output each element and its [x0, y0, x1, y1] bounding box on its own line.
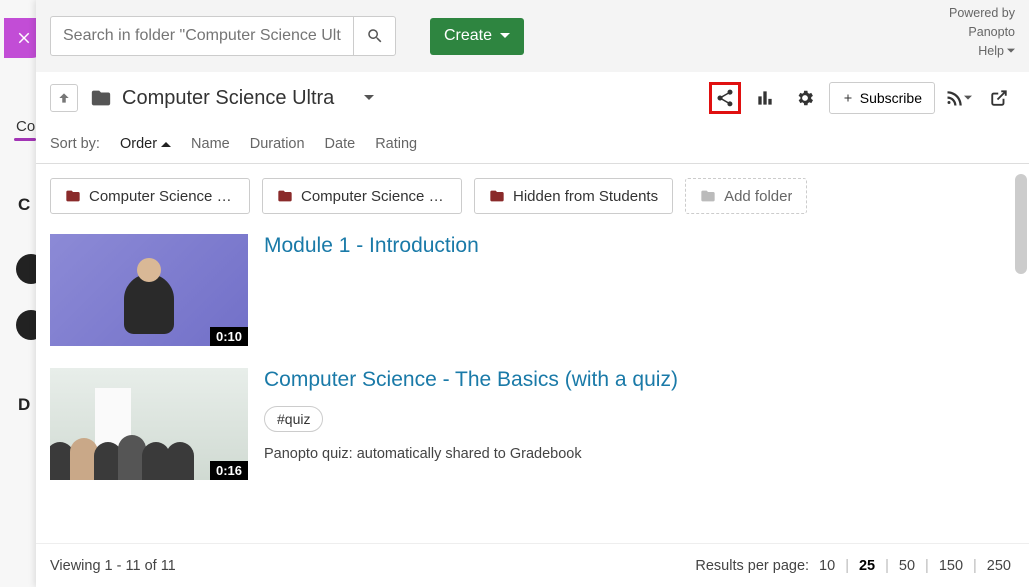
video-thumbnail[interactable]: 0:16 [50, 368, 248, 480]
content-area: Computer Science Ultra [a... Computer Sc… [36, 164, 1029, 543]
subfolder-chip[interactable]: Computer Science Ultra [a... [50, 178, 250, 214]
video-title-link[interactable]: Module 1 - Introduction [264, 234, 479, 257]
gear-icon [795, 88, 815, 108]
search-input[interactable] [51, 17, 353, 55]
add-folder-button[interactable]: Add folder [685, 178, 807, 214]
folder-actions: Subscribe [709, 82, 1015, 114]
bg-tab: Co [0, 108, 36, 135]
results-per-page: Results per page: 10 | 25 | 50 | 150 | 2… [695, 558, 1015, 574]
rpp-option[interactable]: 250 [983, 558, 1015, 574]
sort-duration[interactable]: Duration [250, 136, 305, 152]
arrow-up-icon [57, 91, 71, 105]
sort-order[interactable]: Order [120, 136, 171, 152]
sort-asc-icon [161, 139, 171, 149]
help-label: Help [978, 42, 1004, 61]
powered-line1: Powered by [949, 4, 1015, 23]
share-button[interactable] [709, 82, 741, 114]
plus-icon [842, 92, 854, 104]
subfolder-chip[interactable]: Computer Science Unit 1 [262, 178, 462, 214]
bg-letter-c: C [18, 195, 30, 215]
folder-icon [700, 188, 716, 204]
rpp-label: Results per page: [695, 558, 809, 574]
rpp-option[interactable]: 10 [815, 558, 839, 574]
subfolder-row: Computer Science Ultra [a... Computer Sc… [50, 178, 1015, 214]
video-title-link[interactable]: Computer Science - The Basics (with a qu… [264, 368, 678, 391]
video-thumbnail[interactable]: 0:10 [50, 234, 248, 346]
sort-name[interactable]: Name [191, 136, 230, 152]
folder-bar: Computer Science Ultra Subscribe [36, 72, 1029, 124]
bar-chart-icon [755, 88, 775, 108]
create-label: Create [444, 27, 492, 45]
folder-up-button[interactable] [50, 84, 78, 112]
powered-line2: Panopto [949, 23, 1015, 42]
caret-down-icon [500, 31, 510, 41]
bg-tab-underline [14, 138, 36, 141]
external-link-icon [990, 89, 1008, 107]
folder-icon [65, 188, 81, 204]
duration-badge: 0:10 [210, 327, 248, 346]
open-external-button[interactable] [983, 82, 1015, 114]
folder-icon [277, 188, 293, 204]
top-bar: Create Powered by Panopto Help [36, 0, 1029, 72]
sort-date[interactable]: Date [325, 136, 356, 152]
rss-button[interactable] [943, 82, 975, 114]
search-icon [366, 27, 384, 45]
video-info: Computer Science - The Basics (with a qu… [264, 368, 1015, 480]
close-icon [15, 29, 33, 47]
sort-rating[interactable]: Rating [375, 136, 417, 152]
rpp-option[interactable]: 25 [855, 558, 879, 574]
create-button[interactable]: Create [430, 18, 524, 55]
folder-name: Computer Science Ultra [122, 87, 334, 110]
subscribe-label: Subscribe [860, 90, 922, 106]
help-link[interactable]: Help [949, 42, 1015, 61]
scrollbar-thumb[interactable] [1015, 174, 1027, 274]
stats-button[interactable] [749, 82, 781, 114]
caret-down-icon [1007, 47, 1015, 55]
subscribe-button[interactable]: Subscribe [829, 82, 935, 114]
video-row: 0:16 Computer Science - The Basics (with… [50, 368, 1015, 480]
folder-icon [90, 87, 112, 109]
rss-icon [946, 89, 964, 107]
viewing-status: Viewing 1 - 11 of 11 [50, 558, 176, 574]
caret-down-icon [964, 94, 972, 102]
rpp-option[interactable]: 50 [895, 558, 919, 574]
footer-bar: Viewing 1 - 11 of 11 Results per page: 1… [36, 543, 1029, 587]
video-row: 0:10 Module 1 - Introduction [50, 234, 1015, 346]
powered-by: Powered by Panopto Help [949, 4, 1015, 60]
duration-badge: 0:16 [210, 461, 248, 480]
search-wrap [50, 16, 396, 56]
sort-bar: Sort by: Order Name Duration Date Rating [36, 124, 1029, 164]
background-sidebar: Co C D [0, 0, 36, 587]
bg-letter-d: D [18, 395, 30, 415]
folder-icon [489, 188, 505, 204]
video-info: Module 1 - Introduction [264, 234, 1015, 346]
video-tag[interactable]: #quiz [264, 406, 323, 432]
subfolder-chip[interactable]: Hidden from Students [474, 178, 673, 214]
sort-label: Sort by: [50, 136, 100, 152]
search-button[interactable] [353, 17, 395, 55]
caret-down-icon [364, 93, 374, 103]
panopto-panel: Create Powered by Panopto Help Computer … [36, 0, 1029, 587]
share-icon [715, 88, 735, 108]
video-description: Panopto quiz: automatically shared to Gr… [264, 446, 1015, 462]
settings-button[interactable] [789, 82, 821, 114]
rpp-option[interactable]: 150 [935, 558, 967, 574]
folder-title-dropdown[interactable]: Computer Science Ultra [90, 87, 374, 110]
